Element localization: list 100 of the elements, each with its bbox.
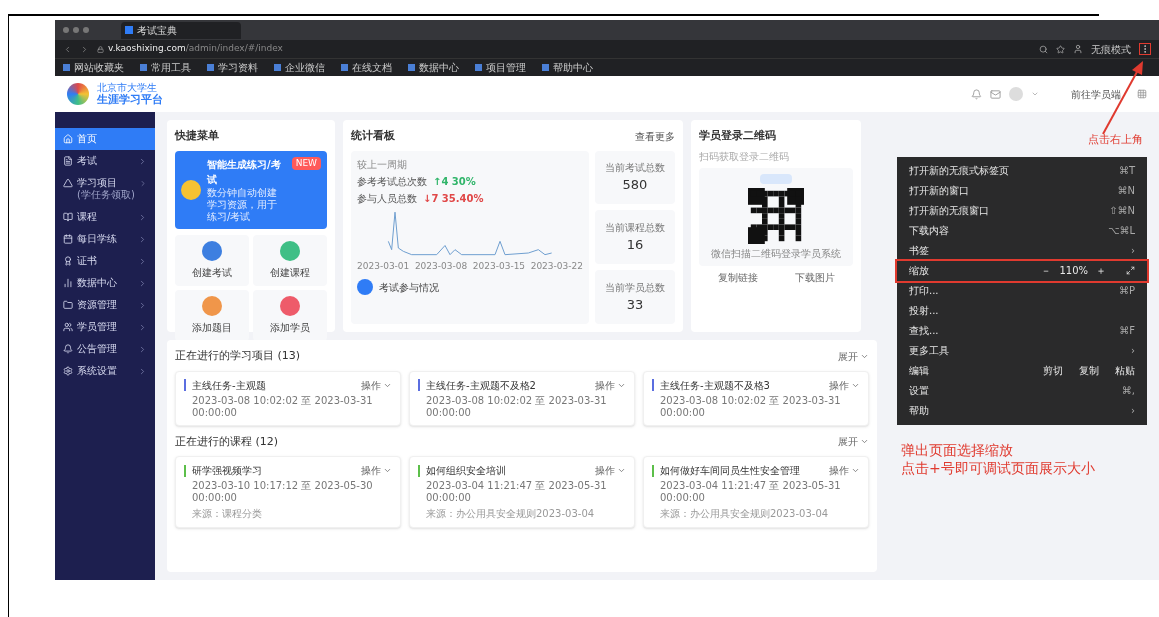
- calendar-icon: [63, 234, 73, 244]
- sidebar-item[interactable]: 课程: [55, 206, 155, 228]
- sidebar-item[interactable]: 系统设置: [55, 360, 155, 382]
- bookmark[interactable]: 学习资料: [207, 60, 258, 75]
- fullscreen-icon[interactable]: [1126, 266, 1135, 275]
- bookmark[interactable]: 帮助中心: [542, 60, 593, 75]
- sidebar-item[interactable]: 每日学练: [55, 228, 155, 250]
- profile-label[interactable]: 无痕模式: [1091, 41, 1131, 57]
- search-icon[interactable]: [1039, 44, 1048, 54]
- triangle-icon: [63, 178, 73, 188]
- zoom-out-button[interactable]: －: [1041, 263, 1052, 278]
- bell-icon: [63, 344, 73, 354]
- legend-label: 参与人员总数: [357, 191, 417, 206]
- home-icon: [63, 134, 73, 144]
- caret-icon[interactable]: [1031, 90, 1039, 98]
- bookmark[interactable]: 企业微信: [274, 60, 325, 75]
- quick-action[interactable]: 添加学员: [253, 289, 327, 341]
- menu-item[interactable]: 打开新的无痕式标签页 ⌘T: [897, 160, 1147, 181]
- browser-tab[interactable]: 考试宝典: [121, 21, 241, 39]
- zoom-in-button[interactable]: ＋: [1096, 263, 1106, 278]
- forward-icon[interactable]: [80, 44, 89, 54]
- grid-icon[interactable]: [1137, 89, 1147, 99]
- star-icon[interactable]: [1056, 44, 1065, 54]
- qr-action-link[interactable]: 复制链接: [717, 269, 758, 285]
- edit-button[interactable]: 粘贴: [1115, 363, 1135, 378]
- card-title: 学员登录二维码: [699, 128, 777, 144]
- more-menu-icon[interactable]: [1139, 43, 1151, 55]
- menu-item[interactable]: 打开新的无痕窗口 ⇧⌘N: [897, 200, 1147, 221]
- item-action[interactable]: 操作: [595, 377, 626, 393]
- item-card[interactable]: 主线任务-主观题不及格2 操作 2023-03-08 10:02:02 至 2023-03-31 00:00:00: [409, 370, 635, 426]
- quick-action[interactable]: 添加题目: [175, 289, 249, 341]
- sidebar-item[interactable]: 数据中心: [55, 272, 155, 294]
- user-link[interactable]: 前往学员端: [1071, 86, 1121, 102]
- menu-item[interactable]: 书签 ›: [897, 240, 1147, 261]
- profile-icon[interactable]: [1073, 44, 1083, 54]
- bookmark[interactable]: 网站收藏夹: [63, 60, 124, 75]
- sidebar-label: 学员管理: [77, 321, 118, 333]
- card-title: 统计看板: [351, 128, 395, 144]
- more-link[interactable]: 查看更多: [635, 128, 675, 144]
- bookmark-icon: [475, 64, 482, 71]
- menu-item[interactable]: 下载内容 ⌥⌘L: [897, 220, 1147, 241]
- item-action[interactable]: 操作: [829, 463, 860, 478]
- item-action[interactable]: 操作: [829, 377, 860, 393]
- logo-text: 生涯学习平台: [97, 94, 163, 106]
- bookmark[interactable]: 数据中心: [408, 60, 459, 75]
- item-source: 来源：办公用具安全规则2023-03-04: [425, 507, 596, 521]
- sidebar-item[interactable]: 考试: [55, 150, 155, 172]
- item-title: 主线任务-主观题不及格2: [426, 378, 537, 393]
- axis-label: 2023-03-15: [472, 259, 526, 273]
- annotation-text: 弹出页面选择缩放: [901, 440, 1014, 459]
- caret-icon: [851, 466, 860, 475]
- item-card[interactable]: 主线任务-主观题 操作 2023-03-08 10:02:02 至 2023-03-31 00:00:00: [175, 370, 401, 426]
- menu-item[interactable]: 更多工具 ›: [897, 340, 1147, 361]
- total-tile: 当前课程总数 16: [595, 210, 675, 265]
- qr-action-link[interactable]: 下载图片: [794, 269, 835, 285]
- menu-label: 编辑: [909, 364, 930, 378]
- menu-item[interactable]: 帮助 ›: [897, 400, 1147, 421]
- item-card[interactable]: 如何组织安全培训 操作 2023-03-04 11:21:47 至 2023-05-31 00:00:00 来源：办公用具安全规则2023-03-04: [409, 456, 635, 528]
- item-action[interactable]: 操作: [361, 377, 392, 393]
- expand-toggle[interactable]: 展开: [838, 434, 869, 450]
- edit-button[interactable]: 剪切: [1043, 363, 1063, 378]
- quick-action[interactable]: 创建课程: [253, 234, 327, 286]
- menu-item[interactable]: 打开新的窗口 ⌘N: [897, 180, 1147, 201]
- menu-label: 缩放: [909, 264, 930, 278]
- quick-action[interactable]: 创建考试: [175, 234, 249, 286]
- menu-item[interactable]: 打印... ⌘P: [897, 280, 1147, 301]
- qr-caption: 微信扫描二维码登录学员系统: [711, 247, 841, 260]
- bookmark[interactable]: 项目管理: [475, 60, 526, 75]
- favicon-icon: [125, 26, 133, 34]
- item-action[interactable]: 操作: [595, 463, 626, 478]
- edit-button[interactable]: 复制: [1079, 363, 1099, 378]
- item-card[interactable]: 主线任务-主观题不及格3 操作 2023-03-08 10:02:02 至 2023-03-31 00:00:00: [643, 370, 869, 426]
- url-field[interactable]: v.kaoshixing.com/admin/index/#/index: [97, 42, 283, 56]
- bookmark-icon: [274, 64, 281, 71]
- back-icon[interactable]: [63, 44, 72, 54]
- expand-toggle[interactable]: 展开: [838, 348, 869, 364]
- bookmark[interactable]: 在线文档: [341, 60, 392, 75]
- item-action[interactable]: 操作: [361, 463, 392, 478]
- menu-item[interactable]: 查找... ⌘F: [897, 320, 1147, 341]
- coin-icon: [181, 179, 201, 200]
- item-card[interactable]: 如何做好车间同员生性安全管理 操作 2023-03-04 11:21:47 至 2023-05-31 00:00:00 来源：办公用具安全规则2023-03-04: [643, 456, 869, 528]
- mail-icon[interactable]: [990, 88, 1001, 100]
- total-tile: 当前考试总数 580: [595, 150, 675, 205]
- book-icon: [63, 212, 73, 222]
- sidebar-label: 系统设置: [77, 365, 118, 377]
- sidebar-item[interactable]: 学习项目 (学任务领取): [55, 172, 155, 206]
- avatar[interactable]: [1009, 87, 1023, 101]
- sidebar-item[interactable]: 资源管理: [55, 294, 155, 316]
- menu-item[interactable]: 设置 ⌘,: [897, 380, 1147, 401]
- bookmark[interactable]: 常用工具: [140, 60, 191, 75]
- menu-item[interactable]: 投射...: [897, 300, 1147, 321]
- bell-icon[interactable]: [971, 88, 982, 100]
- item-card[interactable]: 研学强视频学习 操作 2023-03-10 10:17:12 至 2023-05-30 00:00:00 来源：课程分类: [175, 456, 401, 528]
- promo-banner[interactable]: 智能生成练习/考试 数分钟自动创建学习资源，用于练习/考试 NEW: [175, 150, 327, 229]
- sidebar-item[interactable]: 公告管理: [55, 338, 155, 360]
- sidebar-item[interactable]: 证书: [55, 250, 155, 272]
- item-dates: 2023-03-08 10:02:02 至 2023-03-31 00:00:00: [191, 394, 374, 419]
- annotation-text: 点击+号即可调试页面展示大小: [901, 458, 1095, 477]
- sidebar-item[interactable]: 学员管理: [55, 316, 155, 338]
- sidebar-item[interactable]: 首页: [55, 128, 155, 150]
